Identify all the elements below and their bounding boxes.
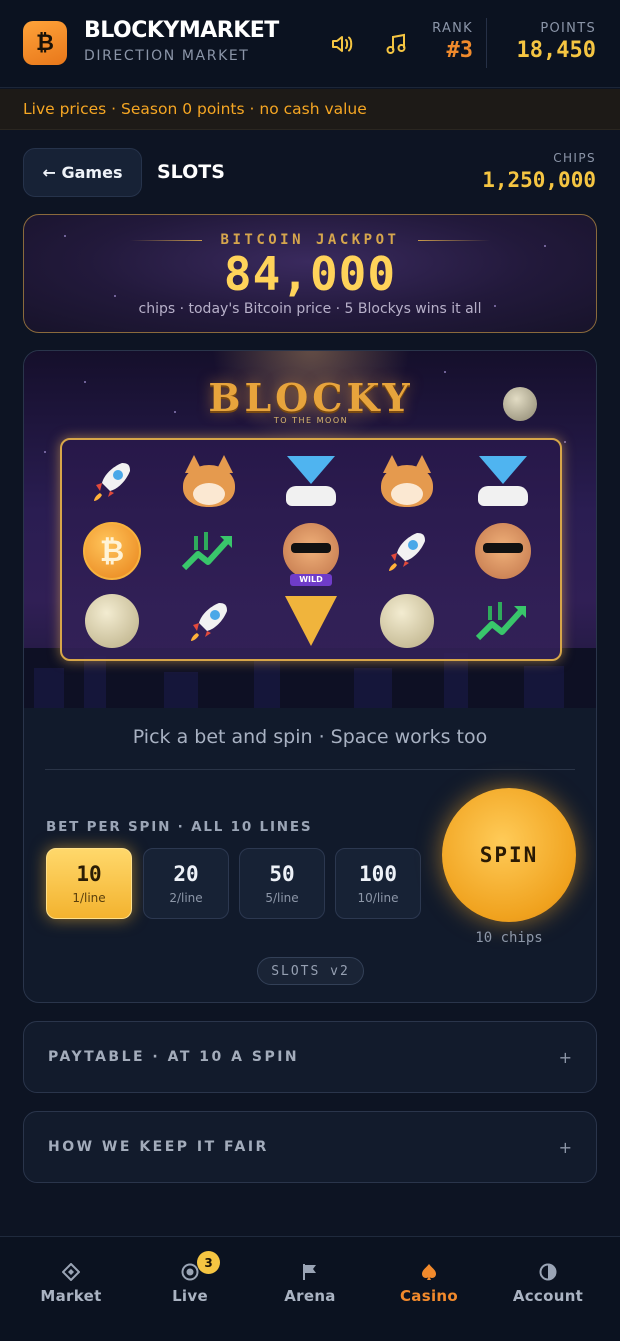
wild-label: WILD — [290, 574, 332, 586]
nav-label: Account — [512, 1287, 584, 1305]
diamond-hands-icon — [276, 446, 346, 516]
bet-option-10[interactable]: 10 1/line — [46, 848, 132, 919]
bet-value: 20 — [173, 862, 199, 886]
expand-plus-icon[interactable]: + — [559, 1138, 572, 1157]
bet-value: 100 — [359, 862, 397, 886]
bitcoin-coin-icon: ₿ — [77, 516, 147, 586]
jackpot-title: BITCOIN JACKPOT — [220, 232, 400, 248]
diamond-hands-icon — [468, 446, 538, 516]
nav-label: Arena — [284, 1287, 336, 1305]
blocky-wild-icon: WILD — [276, 516, 346, 586]
rocket-icon — [174, 586, 244, 656]
bet-option-100[interactable]: 100 10/line — [335, 848, 421, 919]
shiba-dog-icon — [174, 446, 244, 516]
rocket-icon — [372, 516, 442, 586]
bet-value: 10 — [76, 862, 102, 886]
pizza-icon — [276, 586, 346, 656]
flag-icon — [260, 1259, 360, 1285]
bet-per-line: 10/line — [357, 891, 399, 905]
nav-casino[interactable]: Casino — [379, 1259, 479, 1305]
moon-symbol-icon — [372, 586, 442, 656]
chips-balance: 1,250,000 — [482, 168, 596, 192]
shiba-dog-icon — [372, 446, 442, 516]
back-to-games-button[interactable]: ← Games — [23, 148, 142, 197]
jackpot-banner: BITCOIN JACKPOT 84,000 chips · today's B… — [23, 214, 597, 333]
bet-option-50[interactable]: 50 5/line — [239, 848, 325, 919]
expand-plus-icon[interactable]: + — [559, 1048, 572, 1067]
bet-per-line: 1/line — [72, 891, 106, 905]
game-logo-subtitle: TO THE MOON — [273, 416, 349, 425]
spin-button[interactable]: SPIN — [442, 788, 576, 922]
version-badge: SLOTS v2 — [257, 957, 364, 985]
rank-label: RANK — [432, 21, 473, 36]
bet-value: 50 — [269, 862, 295, 886]
bet-per-line: 2/line — [169, 891, 203, 905]
page-title: SLOTS — [157, 161, 225, 183]
bet-per-line: 5/line — [265, 891, 299, 905]
spin-cost: 10 chips — [475, 930, 543, 946]
reel-grid: ₿ WILD — [60, 438, 562, 661]
chips-label: CHIPS — [553, 151, 596, 165]
nav-label: Casino — [400, 1287, 458, 1305]
nav-live[interactable]: Live 3 — [140, 1251, 240, 1305]
jackpot-value: 84,000 — [223, 247, 397, 301]
music-icon[interactable] — [382, 30, 410, 58]
market-icon — [21, 1259, 121, 1285]
blocky-face-icon — [468, 516, 538, 586]
moon-symbol-icon — [77, 586, 147, 656]
live-icon — [140, 1259, 240, 1285]
account-icon — [498, 1259, 598, 1285]
notification-badge: 3 — [197, 1251, 220, 1274]
slot-machine-card: BLOCKY TO THE MOON ₿ WILD Pick a bet and… — [23, 350, 597, 1003]
accordion-title: HOW WE KEEP IT FAIR — [48, 1139, 269, 1155]
bet-option-20[interactable]: 20 2/line — [143, 848, 229, 919]
bitcoin-logo-icon[interactable]: ₿ — [23, 21, 67, 65]
paytable-accordion[interactable]: PAYTABLE · AT 10 A SPIN + — [23, 1021, 597, 1093]
accordion-title: PAYTABLE · AT 10 A SPIN — [48, 1049, 300, 1065]
nav-label: Market — [40, 1287, 102, 1305]
spade-icon — [379, 1259, 479, 1285]
jackpot-subtitle: chips · today's Bitcoin price · 5 Blocky… — [138, 301, 482, 317]
chart-up-icon — [174, 516, 244, 586]
bet-label: BET PER SPIN · ALL 10 LINES — [46, 819, 313, 835]
rank-value: #3 — [446, 38, 474, 63]
points-value: 18,450 — [516, 38, 596, 63]
points-label: POINTS — [540, 21, 596, 36]
nav-label: Live — [172, 1287, 208, 1305]
game-logo: BLOCKY — [208, 375, 414, 420]
brand-name: BLOCKYMARKET — [84, 18, 279, 43]
nav-market[interactable]: Market — [21, 1259, 121, 1305]
header-divider — [486, 18, 487, 68]
rocket-icon — [77, 446, 147, 516]
chart-up-icon — [468, 586, 538, 656]
slot-scene: BLOCKY TO THE MOON ₿ WILD — [24, 351, 596, 708]
sound-icon[interactable] — [328, 30, 356, 58]
bottom-nav: Market Live 3 Arena Casino Account — [0, 1236, 620, 1341]
app-header: ₿ BLOCKYMARKET DIRECTION MARKET RANK #3 … — [0, 0, 620, 88]
info-ticker: Live prices · Season 0 points · no cash … — [0, 89, 620, 130]
fairness-accordion[interactable]: HOW WE KEEP IT FAIR + — [23, 1111, 597, 1183]
divider — [45, 769, 575, 770]
brand-subtitle: DIRECTION MARKET — [84, 48, 250, 64]
nav-arena[interactable]: Arena — [260, 1259, 360, 1305]
spin-hint: Pick a bet and spin · Space works too — [132, 726, 488, 748]
nav-account[interactable]: Account — [498, 1259, 598, 1305]
